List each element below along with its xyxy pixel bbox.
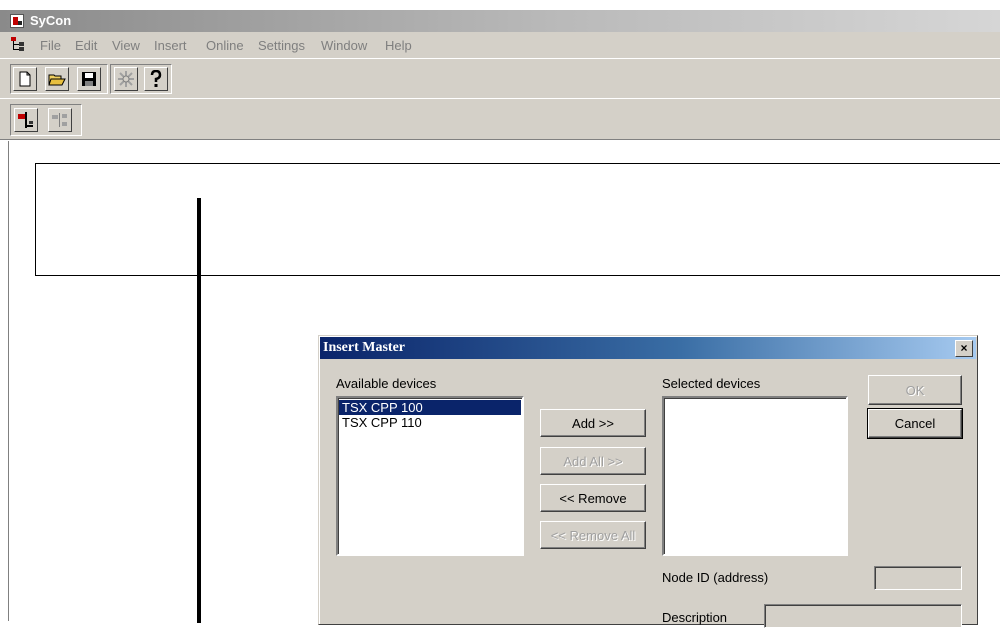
remove-all-button[interactable]: << Remove All: [540, 521, 646, 549]
new-file-button[interactable]: [13, 67, 37, 91]
list-item[interactable]: TSX CPP 110: [339, 415, 521, 430]
available-devices-list[interactable]: TSX CPP 100 TSX CPP 110: [336, 396, 524, 556]
selected-devices-list[interactable]: [662, 396, 848, 556]
help-icon: [150, 70, 162, 87]
node-id-field[interactable]: [874, 566, 962, 590]
save-icon: [82, 72, 96, 86]
new-file-icon: [19, 71, 31, 87]
network-bus-line[interactable]: [197, 198, 201, 623]
open-folder-icon: [48, 74, 66, 86]
bus-view-icon: [18, 112, 33, 128]
menu-file[interactable]: File: [40, 38, 61, 53]
network-scan-button[interactable]: [114, 67, 138, 91]
menu-view[interactable]: View: [112, 38, 140, 53]
ok-button[interactable]: OK: [868, 375, 962, 405]
bus-view-button[interactable]: [14, 108, 38, 132]
app-title-bar: [0, 10, 1000, 32]
menu-edit[interactable]: Edit: [75, 38, 97, 53]
dialog-title-bar: [320, 337, 976, 359]
master-device-box[interactable]: [35, 163, 1000, 276]
network-scan-icon: [118, 71, 134, 87]
selected-devices-label: Selected devices: [662, 376, 761, 391]
dialog-title: Insert Master: [323, 340, 406, 355]
close-icon[interactable]: ×: [955, 340, 973, 357]
menu-insert[interactable]: Insert: [154, 38, 187, 53]
menu-settings[interactable]: Settings: [258, 38, 305, 53]
app-icon[interactable]: [10, 14, 24, 28]
document-tree-icon[interactable]: [10, 36, 26, 52]
remove-button[interactable]: << Remove: [540, 484, 646, 512]
cancel-button[interactable]: Cancel: [867, 408, 963, 439]
add-all-button[interactable]: Add All >>: [540, 447, 646, 475]
logical-view-icon: [52, 113, 67, 127]
description-label: Description: [662, 610, 728, 625]
menu-bar: [0, 32, 1000, 58]
description-field[interactable]: [764, 604, 962, 628]
app-title: SyCon: [30, 13, 72, 28]
menu-online[interactable]: Online: [206, 38, 244, 53]
node-id-label: Node ID (address): [662, 570, 769, 585]
open-file-button[interactable]: [45, 67, 69, 91]
logical-view-button[interactable]: [48, 108, 72, 132]
view-toolbar: [0, 98, 1000, 140]
help-button[interactable]: [144, 67, 168, 91]
menu-help[interactable]: Help: [385, 38, 412, 53]
add-button[interactable]: Add >>: [540, 409, 646, 437]
list-item[interactable]: TSX CPP 100: [339, 400, 521, 415]
available-devices-label: Available devices: [336, 376, 437, 391]
menu-window[interactable]: Window: [321, 38, 367, 53]
save-button[interactable]: [77, 67, 101, 91]
